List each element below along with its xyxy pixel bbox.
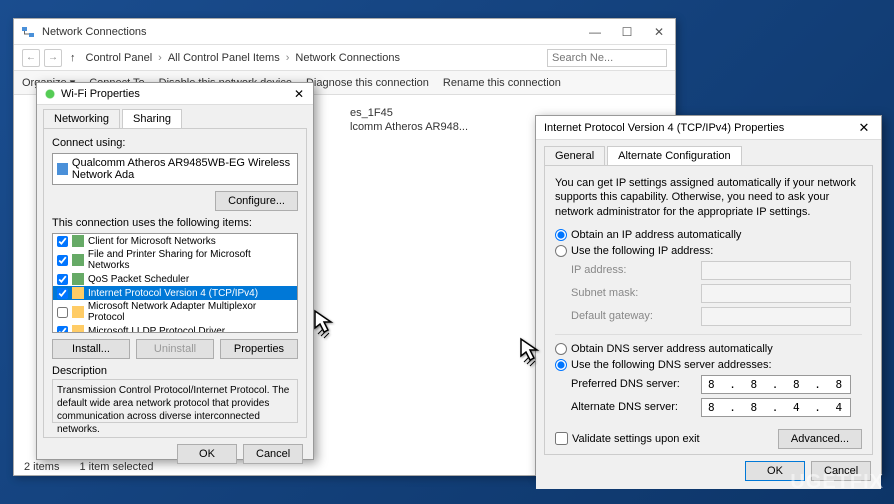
list-item: Microsoft Network Adapter Multiplexor Pr… <box>53 300 297 324</box>
item-checkbox[interactable] <box>57 236 68 247</box>
radio-ip-manual[interactable]: Use the following IP address: <box>555 245 862 257</box>
ipv4-title: Internet Protocol Version 4 (TCP/IPv4) P… <box>544 122 855 134</box>
window-controls: — ☐ ✕ <box>585 25 669 39</box>
items-label: This connection uses the following items… <box>52 217 298 229</box>
connection-adapter-partial: lcomm Atheros AR948... <box>350 121 468 133</box>
nav-forward-icon[interactable]: → <box>44 49 62 67</box>
ip-address-input <box>701 261 851 280</box>
ok-button[interactable]: OK <box>177 444 237 464</box>
tab-sharing[interactable]: Sharing <box>122 109 182 128</box>
radio-dns-manual[interactable]: Use the following DNS server addresses: <box>555 359 862 371</box>
alt-dns-label: Alternate DNS server: <box>571 401 701 413</box>
explorer-title: Network Connections <box>42 26 585 38</box>
item-checkbox[interactable] <box>57 326 68 334</box>
ipv4-properties-dialog: Internet Protocol Version 4 (TCP/IPv4) P… <box>535 115 882 475</box>
breadcrumb-all-items[interactable]: All Control Panel Items <box>166 52 282 64</box>
tab-networking[interactable]: Networking <box>43 109 120 128</box>
gateway-label: Default gateway: <box>571 310 701 322</box>
list-item: Client for Microsoft Networks <box>53 234 297 248</box>
wifi-titlebar: Wi-Fi Properties ✕ <box>37 83 313 105</box>
uninstall-button: Uninstall <box>136 339 214 359</box>
networking-tab-content: Connect using: Qualcomm Atheros AR9485WB… <box>43 128 307 438</box>
description-label: Description <box>52 365 298 377</box>
adapter-name: Qualcomm Atheros AR9485WB-EG Wireless Ne… <box>72 157 293 181</box>
search-input[interactable] <box>547 49 667 67</box>
network-icon <box>20 24 36 40</box>
properties-button[interactable]: Properties <box>220 339 298 359</box>
service-icon <box>72 273 84 285</box>
adapter-icon <box>57 163 68 175</box>
minimize-button[interactable]: — <box>585 25 605 39</box>
list-item: QoS Packet Scheduler <box>53 272 297 286</box>
close-icon[interactable]: ✕ <box>855 120 873 136</box>
ipv4-titlebar: Internet Protocol Version 4 (TCP/IPv4) P… <box>536 116 881 140</box>
watermark: UGETFIX <box>790 471 884 494</box>
connection-name-partial: es_1F45 <box>350 107 393 119</box>
toolbar-rename[interactable]: Rename this connection <box>443 77 561 89</box>
alt-dns-input[interactable] <box>701 398 851 417</box>
ip-address-label: IP address: <box>571 264 701 276</box>
item-checkbox[interactable] <box>57 274 68 285</box>
connect-using-label: Connect using: <box>52 137 298 149</box>
explorer-titlebar: Network Connections — ☐ ✕ <box>14 19 675 45</box>
item-checkbox[interactable] <box>57 307 68 318</box>
tab-altconfig[interactable]: Alternate Configuration <box>607 146 742 165</box>
install-button[interactable]: Install... <box>52 339 130 359</box>
service-icon <box>72 254 84 266</box>
configure-button[interactable]: Configure... <box>215 191 298 211</box>
tab-general[interactable]: General <box>544 146 605 165</box>
subnet-input <box>701 284 851 303</box>
ipv4-tabs: General Alternate Configuration <box>536 140 881 165</box>
gateway-input <box>701 307 851 326</box>
nav-up-icon[interactable]: ↑ <box>70 52 76 64</box>
breadcrumb: ← → ↑ Control Panel › All Control Panel … <box>14 45 675 71</box>
list-item-ipv4: Internet Protocol Version 4 (TCP/IPv4) <box>53 286 297 300</box>
cancel-button[interactable]: Cancel <box>243 444 303 464</box>
validate-checkbox-row[interactable]: Validate settings upon exit <box>555 432 700 445</box>
network-items-list[interactable]: Client for Microsoft Networks File and P… <box>52 233 298 333</box>
close-button[interactable]: ✕ <box>649 25 669 39</box>
wifi-properties-dialog: Wi-Fi Properties ✕ Networking Sharing Co… <box>36 82 314 460</box>
list-item: Microsoft LLDP Protocol Driver <box>53 324 297 333</box>
breadcrumb-network-connections[interactable]: Network Connections <box>293 52 402 64</box>
wifi-tabs: Networking Sharing <box>37 105 313 128</box>
protocol-icon <box>72 306 84 318</box>
radio-dns-auto[interactable]: Obtain DNS server address automatically <box>555 343 862 355</box>
description-text: Transmission Control Protocol/Internet P… <box>52 379 298 423</box>
nav-back-icon[interactable]: ← <box>22 49 40 67</box>
wifi-title: Wi-Fi Properties <box>61 88 291 100</box>
wifi-icon <box>43 87 57 101</box>
maximize-button[interactable]: ☐ <box>617 25 637 39</box>
advanced-button[interactable]: Advanced... <box>778 429 862 449</box>
pref-dns-label: Preferred DNS server: <box>571 378 701 390</box>
toolbar-diagnose[interactable]: Diagnose this connection <box>306 77 429 89</box>
item-checkbox[interactable] <box>57 288 68 299</box>
ipv4-general-content: You can get IP settings assigned automat… <box>544 165 873 455</box>
pref-dns-input[interactable] <box>701 375 851 394</box>
close-icon[interactable]: ✕ <box>291 87 307 101</box>
item-checkbox[interactable] <box>57 255 68 266</box>
intro-text: You can get IP settings assigned automat… <box>555 176 862 219</box>
radio-ip-auto[interactable]: Obtain an IP address automatically <box>555 229 862 241</box>
adapter-field[interactable]: Qualcomm Atheros AR9485WB-EG Wireless Ne… <box>52 153 298 185</box>
client-icon <box>72 235 84 247</box>
protocol-icon <box>72 325 84 333</box>
protocol-icon <box>72 287 84 299</box>
subnet-label: Subnet mask: <box>571 287 701 299</box>
list-item: File and Printer Sharing for Microsoft N… <box>53 248 297 272</box>
breadcrumb-control-panel[interactable]: Control Panel <box>84 52 155 64</box>
